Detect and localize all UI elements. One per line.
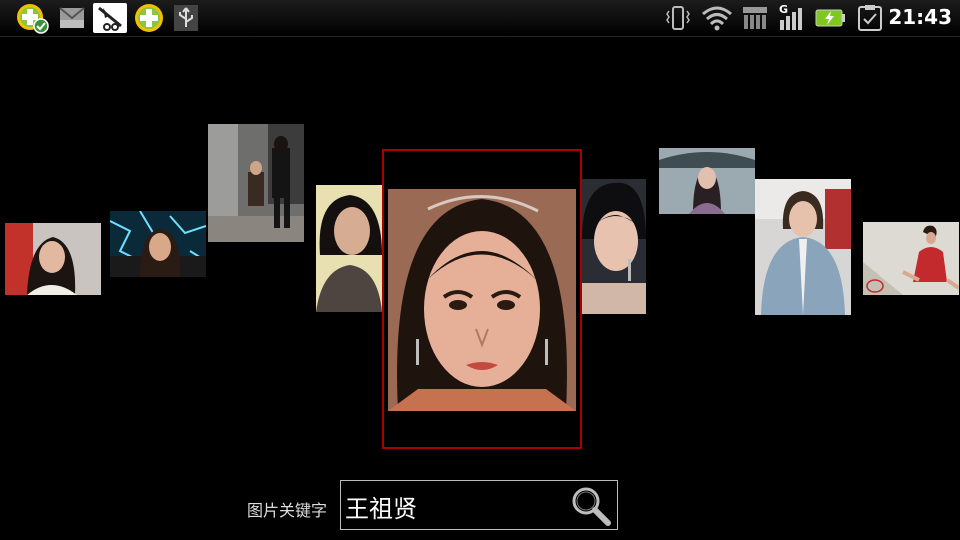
photo-carousel[interactable]: [0, 0, 960, 470]
gallery-thumbnail-3[interactable]: [208, 124, 304, 242]
gallery-thumbnail-8[interactable]: [755, 179, 851, 315]
gallery-thumbnail-1[interactable]: [5, 223, 101, 295]
search-button[interactable]: [569, 485, 613, 527]
gallery-thumbnail-4[interactable]: [316, 185, 382, 312]
gallery-thumbnail-2[interactable]: [110, 211, 206, 277]
search-keyword-label: 图片关键字: [247, 501, 328, 520]
gallery-thumbnail-9[interactable]: [863, 222, 959, 295]
search-input[interactable]: 王祖贤: [345, 489, 417, 524]
search-icon: [572, 487, 611, 526]
gallery-selected-photo[interactable]: [382, 149, 582, 449]
search-box[interactable]: 王祖贤: [340, 480, 618, 530]
gallery-thumbnail-7[interactable]: [659, 148, 755, 214]
selected-photo-image: [388, 189, 576, 411]
gallery-thumbnail-6[interactable]: [582, 179, 646, 314]
